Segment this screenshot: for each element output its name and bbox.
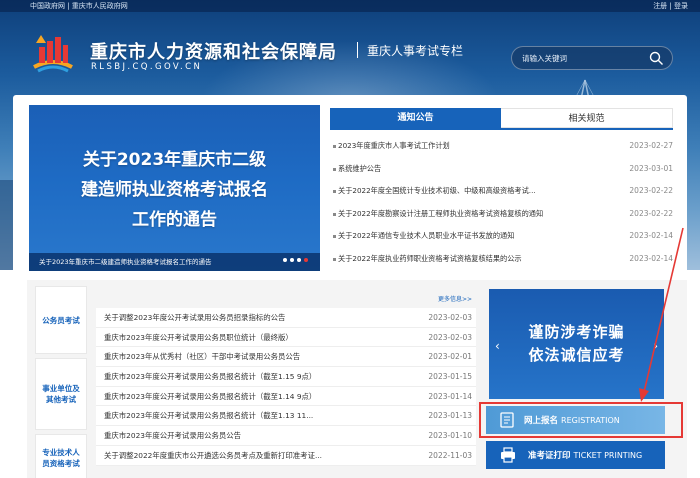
table-row[interactable]: 重庆市2023年度公开考试录用公务员报名统计（截至1.13 11... 2023-… (96, 406, 476, 427)
table-row[interactable]: 重庆市2023年从优秀村（社区）干部中考试录用公务员公告 2023-02-01 (96, 347, 476, 368)
exam-news-list: 关于调整2023年度公开考试录用公务员招录指标的公告 2023-02-03 重庆市… (96, 308, 476, 466)
list-item[interactable]: 关于2022年通信专业技术人员职业水平证书发放的通知 2023-02-14 (330, 225, 673, 248)
table-row[interactable]: 重庆市2023年度公开考试录用公务员报名统计（截至1.15 9点） 2023-01… (96, 367, 476, 387)
carousel-dot[interactable] (290, 258, 294, 262)
list-item[interactable]: 关于2022年度执业药师职业资格考试资格复核结果的公示 2023-02-14 (330, 248, 673, 271)
fraud-line-2: 依法诚信应考 (528, 346, 625, 364)
category-professional[interactable]: 专业技术人员资格考试 (35, 434, 87, 478)
category-public-institution[interactable]: 事业单位及其他考试 (35, 358, 87, 430)
list-item[interactable]: 系统维护公告 2023-03-01 (330, 158, 673, 181)
carousel-dot-active[interactable] (304, 258, 308, 262)
chevron-right-icon[interactable]: › (653, 339, 658, 353)
notice-list: 2023年度重庆市人事考试工作计划 2023-02-27 系统维护公告 2023-0… (330, 135, 673, 271)
carousel-dot[interactable] (283, 258, 287, 262)
carousel-dots (280, 255, 308, 265)
tab-regulations[interactable]: 相关规范 (501, 108, 673, 128)
featured-banner[interactable]: 关于2023年重庆市二级 建造师执业资格考试报名 工作的通告 关于2023年重庆… (29, 105, 320, 271)
auth-links[interactable]: 注册 | 登录 (653, 0, 688, 12)
notice-tabs: 通知公告 相关规范 (330, 108, 673, 128)
printer-icon (501, 447, 515, 463)
bureau-logo-icon (33, 35, 73, 73)
search-input[interactable] (522, 51, 642, 66)
table-row[interactable]: 关于调整2023年度公开考试录用公务员招录指标的公告 2023-02-03 (96, 308, 476, 328)
top-bar: 中国政府网 | 重庆市人民政府网 注册 | 登录 (0, 0, 700, 12)
site-title: 重庆市人力资源和社会保障局 (90, 42, 337, 63)
more-link[interactable]: 更多信息>> (438, 294, 472, 303)
list-item[interactable]: 关于2022年度勘察设计注册工程师执业资格考试资格复核的通知 2023-02-22 (330, 203, 673, 226)
table-row[interactable]: 重庆市2023年度公开考试录用公务员报名统计（截至1.14 9点） 2023-01… (96, 387, 476, 407)
banner-caption[interactable]: 关于2023年重庆市二级建造师执业资格考试报名工作的通告 (29, 253, 320, 271)
banner-title: 关于2023年重庆市二级 建造师执业资格考试报名 工作的通告 (81, 150, 268, 230)
list-item[interactable]: 2023年度重庆市人事考试工作计划 2023-02-27 (330, 135, 673, 158)
table-row[interactable]: 重庆市2023年度公开考试录用公务员职位统计（最终版） 2023-02-03 (96, 328, 476, 348)
table-row[interactable]: 关于调整2022年度重庆市公开遴选公务员考点及重新打印准考证... 2022-11… (96, 446, 476, 466)
search-bar (511, 46, 673, 70)
site-subtitle: 重庆人事考试专栏 (367, 44, 464, 58)
list-item[interactable]: 关于2022年度全国统计专业技术初级、中级和高级资格考试... 2023-02-2… (330, 180, 673, 203)
site-domain: RLSBJ.CQ.GOV.CN (91, 62, 203, 72)
fraud-line-1: 谨防涉考诈骗 (528, 323, 625, 341)
tab-notices[interactable]: 通知公告 (330, 108, 501, 128)
carousel-dot[interactable] (297, 258, 301, 262)
ticket-print-button[interactable]: 准考证打印 TICKET PRINTING (486, 441, 665, 469)
search-icon[interactable] (649, 51, 664, 66)
document-icon (500, 412, 514, 428)
tab-underline (330, 128, 673, 130)
table-row[interactable]: 重庆市2023年度公开考试录用公务员公告 2023-01-10 (96, 426, 476, 446)
gov-links[interactable]: 中国政府网 | 重庆市人民政府网 (30, 0, 128, 12)
register-button[interactable]: 网上报名 REGISTRATION (486, 406, 665, 434)
title-separator (357, 42, 358, 58)
category-civil-service[interactable]: 公务员考试 (35, 286, 87, 354)
anti-fraud-banner[interactable]: ‹ 谨防涉考诈骗 依法诚信应考 › (489, 289, 664, 399)
